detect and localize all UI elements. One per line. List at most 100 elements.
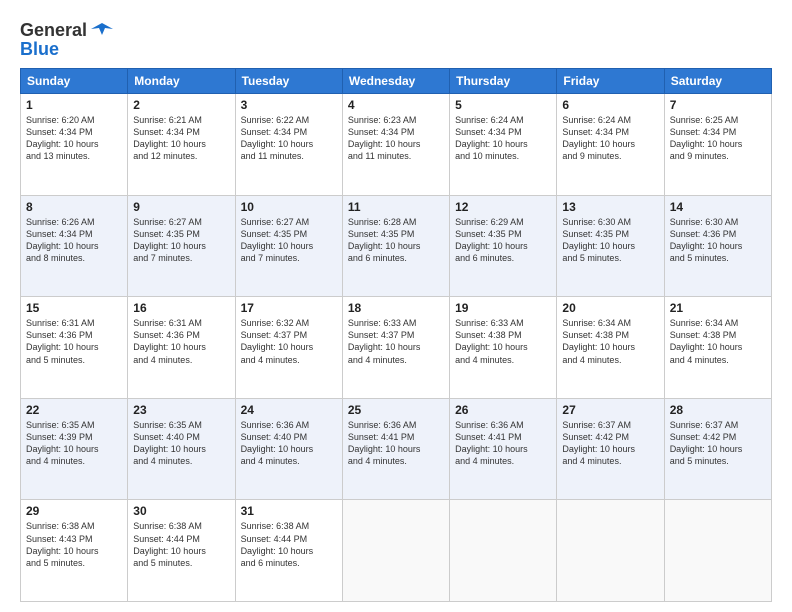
cell-text: Sunrise: 6:36 AMSunset: 4:40 PMDaylight:…: [241, 419, 337, 468]
week-row-4: 22 Sunrise: 6:35 AMSunset: 4:39 PMDayligh…: [21, 398, 772, 500]
cell-text: Sunrise: 6:38 AMSunset: 4:43 PMDaylight:…: [26, 520, 122, 569]
calendar-cell: 15 Sunrise: 6:31 AMSunset: 4:36 PMDayligh…: [21, 297, 128, 399]
day-number: 7: [670, 98, 766, 112]
cell-text: Sunrise: 6:27 AMSunset: 4:35 PMDaylight:…: [133, 216, 229, 265]
calendar-cell: 21 Sunrise: 6:34 AMSunset: 4:38 PMDayligh…: [664, 297, 771, 399]
calendar-cell: 12Sunrise: 6:29 AMSunset: 4:35 PMDayligh…: [450, 195, 557, 297]
calendar-cell: 17 Sunrise: 6:32 AMSunset: 4:37 PMDayligh…: [235, 297, 342, 399]
day-number: 26: [455, 403, 551, 417]
cell-text: Sunrise: 6:37 AMSunset: 4:42 PMDaylight:…: [670, 419, 766, 468]
day-number: 15: [26, 301, 122, 315]
calendar-cell: 25 Sunrise: 6:36 AMSunset: 4:41 PMDayligh…: [342, 398, 449, 500]
cell-text: Sunrise: 6:20 AMSunset: 4:34 PMDaylight:…: [26, 114, 122, 163]
cell-text: Sunrise: 6:31 AMSunset: 4:36 PMDaylight:…: [133, 317, 229, 366]
calendar-cell: 14 Sunrise: 6:30 AMSunset: 4:36 PMDayligh…: [664, 195, 771, 297]
calendar-cell: 24 Sunrise: 6:36 AMSunset: 4:40 PMDayligh…: [235, 398, 342, 500]
cell-text: Sunrise: 6:29 AMSunset: 4:35 PMDaylight:…: [455, 216, 551, 265]
day-number: 22: [26, 403, 122, 417]
cell-text: Sunrise: 6:25 AMSunset: 4:34 PMDaylight:…: [670, 114, 766, 163]
cell-text: Sunrise: 6:21 AMSunset: 4:34 PMDaylight:…: [133, 114, 229, 163]
day-number: 17: [241, 301, 337, 315]
header-cell-tuesday: Tuesday: [235, 69, 342, 94]
day-number: 13: [562, 200, 658, 214]
cell-text: Sunrise: 6:32 AMSunset: 4:37 PMDaylight:…: [241, 317, 337, 366]
cell-text: Sunrise: 6:33 AMSunset: 4:38 PMDaylight:…: [455, 317, 551, 366]
calendar-cell: 1 Sunrise: 6:20 AMSunset: 4:34 PMDaylight…: [21, 94, 128, 196]
cell-text: Sunrise: 6:24 AMSunset: 4:34 PMDaylight:…: [455, 114, 551, 163]
cell-text: Sunrise: 6:38 AMSunset: 4:44 PMDaylight:…: [133, 520, 229, 569]
day-number: 11: [348, 200, 444, 214]
cell-text: Sunrise: 6:34 AMSunset: 4:38 PMDaylight:…: [670, 317, 766, 366]
header-cell-saturday: Saturday: [664, 69, 771, 94]
calendar-cell: 26 Sunrise: 6:36 AMSunset: 4:41 PMDayligh…: [450, 398, 557, 500]
calendar-cell: [450, 500, 557, 602]
cell-text: Sunrise: 6:35 AMSunset: 4:40 PMDaylight:…: [133, 419, 229, 468]
day-number: 18: [348, 301, 444, 315]
cell-text: Sunrise: 6:37 AMSunset: 4:42 PMDaylight:…: [562, 419, 658, 468]
cell-text: Sunrise: 6:31 AMSunset: 4:36 PMDaylight:…: [26, 317, 122, 366]
day-number: 31: [241, 504, 337, 518]
day-number: 16: [133, 301, 229, 315]
cell-text: Sunrise: 6:33 AMSunset: 4:37 PMDaylight:…: [348, 317, 444, 366]
day-number: 1: [26, 98, 122, 112]
calendar-cell: 19 Sunrise: 6:33 AMSunset: 4:38 PMDayligh…: [450, 297, 557, 399]
calendar-cell: 11Sunrise: 6:28 AMSunset: 4:35 PMDayligh…: [342, 195, 449, 297]
header-cell-monday: Monday: [128, 69, 235, 94]
calendar-cell: [664, 500, 771, 602]
day-number: 28: [670, 403, 766, 417]
calendar-cell: 3 Sunrise: 6:22 AMSunset: 4:34 PMDaylight…: [235, 94, 342, 196]
day-number: 20: [562, 301, 658, 315]
calendar-cell: 16 Sunrise: 6:31 AMSunset: 4:36 PMDayligh…: [128, 297, 235, 399]
calendar-cell: 28 Sunrise: 6:37 AMSunset: 4:42 PMDayligh…: [664, 398, 771, 500]
day-number: 14: [670, 200, 766, 214]
calendar-cell: 31 Sunrise: 6:38 AMSunset: 4:44 PMDayligh…: [235, 500, 342, 602]
cell-text: Sunrise: 6:27 AMSunset: 4:35 PMDaylight:…: [241, 216, 337, 265]
cell-text: Sunrise: 6:36 AMSunset: 4:41 PMDaylight:…: [455, 419, 551, 468]
cell-text: Sunrise: 6:30 AMSunset: 4:36 PMDaylight:…: [670, 216, 766, 265]
calendar-cell: 5Sunrise: 6:24 AMSunset: 4:34 PMDaylight…: [450, 94, 557, 196]
cell-text: Sunrise: 6:24 AMSunset: 4:34 PMDaylight:…: [562, 114, 658, 163]
header-cell-friday: Friday: [557, 69, 664, 94]
header-cell-wednesday: Wednesday: [342, 69, 449, 94]
calendar-cell: 10Sunrise: 6:27 AMSunset: 4:35 PMDayligh…: [235, 195, 342, 297]
header-cell-thursday: Thursday: [450, 69, 557, 94]
calendar-cell: 6 Sunrise: 6:24 AMSunset: 4:34 PMDaylight…: [557, 94, 664, 196]
calendar-table: SundayMondayTuesdayWednesdayThursdayFrid…: [20, 68, 772, 602]
day-number: 24: [241, 403, 337, 417]
day-number: 27: [562, 403, 658, 417]
logo-bird-icon: [91, 21, 113, 39]
logo: General Blue: [20, 20, 113, 60]
calendar-cell: 20 Sunrise: 6:34 AMSunset: 4:38 PMDayligh…: [557, 297, 664, 399]
calendar-cell: 8Sunrise: 6:26 AMSunset: 4:34 PMDaylight…: [21, 195, 128, 297]
calendar-cell: 7 Sunrise: 6:25 AMSunset: 4:34 PMDaylight…: [664, 94, 771, 196]
cell-text: Sunrise: 6:36 AMSunset: 4:41 PMDaylight:…: [348, 419, 444, 468]
cell-text: Sunrise: 6:22 AMSunset: 4:34 PMDaylight:…: [241, 114, 337, 163]
cell-text: Sunrise: 6:38 AMSunset: 4:44 PMDaylight:…: [241, 520, 337, 569]
calendar-cell: 2 Sunrise: 6:21 AMSunset: 4:34 PMDaylight…: [128, 94, 235, 196]
header: General Blue: [20, 16, 772, 60]
calendar-cell: 23 Sunrise: 6:35 AMSunset: 4:40 PMDayligh…: [128, 398, 235, 500]
calendar-cell: [342, 500, 449, 602]
cell-text: Sunrise: 6:26 AMSunset: 4:34 PMDaylight:…: [26, 216, 122, 265]
calendar-cell: 22 Sunrise: 6:35 AMSunset: 4:39 PMDayligh…: [21, 398, 128, 500]
day-number: 23: [133, 403, 229, 417]
day-number: 4: [348, 98, 444, 112]
day-number: 3: [241, 98, 337, 112]
day-number: 25: [348, 403, 444, 417]
calendar-cell: 13Sunrise: 6:30 AMSunset: 4:35 PMDayligh…: [557, 195, 664, 297]
calendar-cell: 9 Sunrise: 6:27 AMSunset: 4:35 PMDaylight…: [128, 195, 235, 297]
day-number: 2: [133, 98, 229, 112]
calendar-cell: 18 Sunrise: 6:33 AMSunset: 4:37 PMDayligh…: [342, 297, 449, 399]
header-cell-sunday: Sunday: [21, 69, 128, 94]
calendar-cell: 30Sunrise: 6:38 AMSunset: 4:44 PMDayligh…: [128, 500, 235, 602]
day-number: 9: [133, 200, 229, 214]
calendar-cell: [557, 500, 664, 602]
cell-text: Sunrise: 6:34 AMSunset: 4:38 PMDaylight:…: [562, 317, 658, 366]
day-number: 19: [455, 301, 551, 315]
day-number: 6: [562, 98, 658, 112]
calendar-cell: 27 Sunrise: 6:37 AMSunset: 4:42 PMDayligh…: [557, 398, 664, 500]
week-row-5: 29Sunrise: 6:38 AMSunset: 4:43 PMDayligh…: [21, 500, 772, 602]
day-number: 21: [670, 301, 766, 315]
cell-text: Sunrise: 6:35 AMSunset: 4:39 PMDaylight:…: [26, 419, 122, 468]
header-row: SundayMondayTuesdayWednesdayThursdayFrid…: [21, 69, 772, 94]
